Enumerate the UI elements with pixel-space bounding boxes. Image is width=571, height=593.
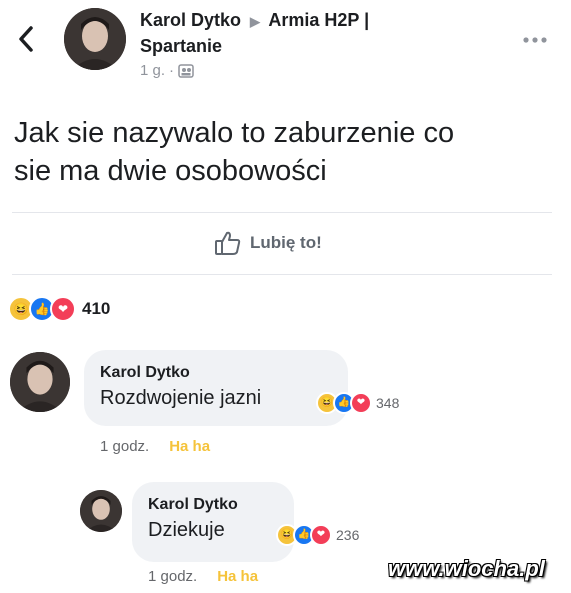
post-body: Jak sie nazywalo to zaburzenie co sie ma…	[14, 114, 559, 190]
like-button[interactable]: Lubię to!	[214, 230, 322, 256]
comment-reaction-count: 348	[376, 395, 400, 411]
author-name[interactable]: Karol Dytko	[140, 10, 241, 30]
more-dots-icon	[523, 37, 547, 43]
comment-avatar[interactable]	[10, 352, 70, 412]
arrow-right-icon: ▶	[250, 14, 261, 29]
person-icon	[10, 352, 70, 412]
reply-text: Dziekuje	[148, 519, 225, 541]
person-icon	[80, 490, 122, 532]
group-name-continued[interactable]: Spartanie	[140, 34, 460, 58]
reply-avatar[interactable]	[80, 490, 122, 532]
group-icon	[178, 63, 194, 78]
comment-bubble[interactable]: Karol Dytko Rozdwojenie jazni	[84, 350, 348, 426]
love-reaction-icon: ❤	[50, 296, 76, 322]
post-header: Karol Dytko ▶ Armia H2P | Spartanie 1 g.…	[140, 8, 460, 79]
back-button[interactable]	[14, 22, 38, 56]
divider-top	[12, 212, 552, 213]
love-reaction-icon: ❤	[350, 392, 372, 414]
comment-reactions[interactable]: 😆 👍 ❤ 348	[316, 392, 399, 414]
haha-reaction-link[interactable]: Ha ha	[169, 438, 210, 455]
group-name[interactable]: Armia H2P |	[268, 10, 369, 30]
author-avatar[interactable]	[64, 8, 126, 70]
reply-meta: 1 godz. Ha ha	[148, 568, 258, 585]
separator-dot: ·	[169, 62, 175, 79]
comment-author[interactable]: Karol Dytko	[100, 362, 332, 384]
watermark: www.wiocha.pl	[388, 556, 545, 581]
reply-time[interactable]: 1 godz.	[148, 568, 197, 585]
haha-reaction-link[interactable]: Ha ha	[217, 568, 258, 585]
thumbs-up-icon	[215, 231, 241, 255]
comment-text: Rozdwojenie jazni	[100, 387, 262, 409]
chevron-left-icon	[19, 26, 33, 52]
reply-bubble[interactable]: Karol Dytko Dziekuje	[132, 482, 294, 562]
reply-author[interactable]: Karol Dytko	[148, 494, 278, 516]
comment-time[interactable]: 1 godz.	[100, 438, 149, 455]
post-reactions[interactable]: 😆 👍 ❤ 410	[8, 296, 110, 322]
post-text-line-1: Jak sie nazywalo to zaburzenie co	[14, 117, 455, 149]
comment-meta: 1 godz. Ha ha	[100, 438, 210, 455]
reaction-count: 410	[82, 299, 111, 318]
divider-bottom	[12, 274, 552, 275]
post-text-line-2: sie ma dwie osobowości	[14, 155, 327, 187]
like-button-label: Lubię to!	[250, 233, 322, 252]
person-icon	[64, 8, 126, 70]
reply-reaction-count: 236	[336, 527, 360, 543]
post-time[interactable]: 1 g.	[140, 62, 165, 79]
more-button[interactable]	[522, 32, 548, 43]
love-reaction-icon: ❤	[310, 524, 332, 546]
reply-reactions[interactable]: 😆 👍 ❤ 236	[276, 524, 359, 546]
post-meta: 1 g. ·	[140, 62, 460, 79]
